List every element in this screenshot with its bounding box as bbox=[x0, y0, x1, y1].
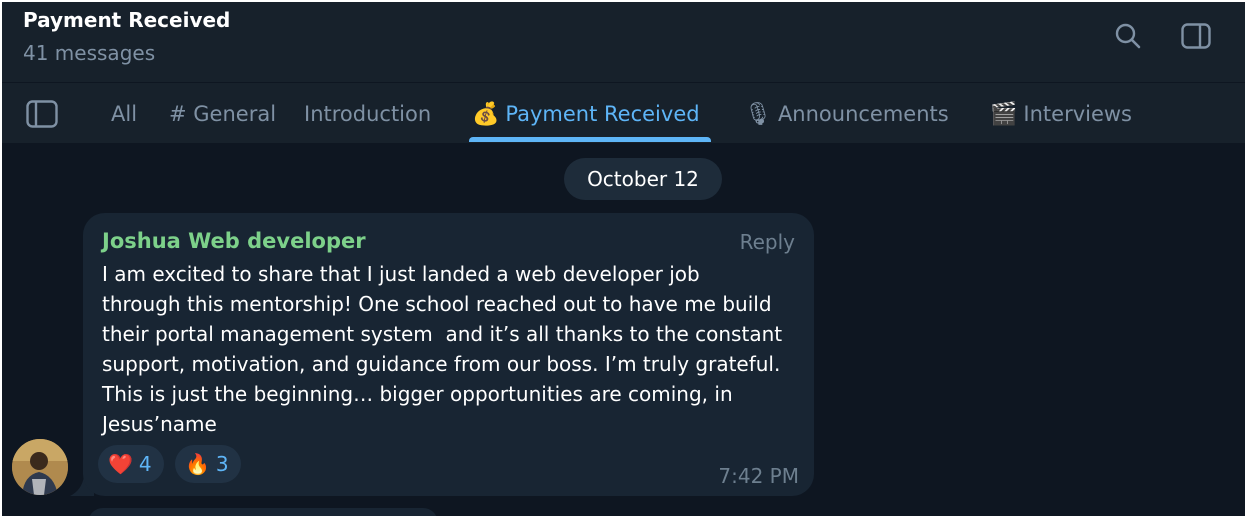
avatar[interactable] bbox=[12, 439, 68, 495]
reaction-count: 4 bbox=[138, 452, 152, 476]
topic-tab-bar: All # General Introduction 💰 Payment Rec… bbox=[2, 82, 1245, 143]
message-count: 41 messages bbox=[23, 41, 156, 65]
tab-label: # General bbox=[169, 102, 277, 126]
tab-general[interactable]: # General bbox=[169, 99, 276, 129]
tab-announcements[interactable]: 🎙 Announcements bbox=[744, 99, 949, 129]
sender-name[interactable]: Joshua Web developer bbox=[102, 229, 366, 253]
tab-label: Interviews bbox=[1023, 102, 1132, 126]
message-bubble[interactable]: Joshua Web developer Reply I am excited … bbox=[83, 213, 814, 496]
date-separator: October 12 bbox=[564, 158, 722, 200]
tab-label: Announcements bbox=[777, 102, 949, 126]
sidebar-toggle-icon[interactable] bbox=[26, 100, 58, 128]
message-time: 7:42 PM bbox=[718, 464, 799, 488]
reply-button[interactable]: Reply bbox=[740, 230, 795, 254]
tab-payment-received[interactable]: 💰 Payment Received bbox=[472, 99, 700, 129]
active-tab-indicator bbox=[469, 137, 711, 142]
chat-header: Payment Received 41 messages bbox=[2, 2, 1245, 82]
tab-label: Introduction bbox=[304, 102, 432, 126]
reaction-count: 3 bbox=[215, 452, 229, 476]
clapper-board-icon: 🎬 bbox=[990, 101, 1018, 127]
fire-icon: 🔥 bbox=[185, 452, 210, 476]
side-panel-icon[interactable] bbox=[1180, 20, 1212, 52]
chat-window: Payment Received 41 messages All # Gener… bbox=[2, 2, 1245, 516]
search-icon[interactable] bbox=[1112, 20, 1144, 52]
tab-label: All bbox=[111, 102, 138, 126]
tab-all[interactable]: All bbox=[111, 99, 137, 129]
tab-label: Payment Received bbox=[505, 102, 700, 126]
chat-title[interactable]: Payment Received bbox=[23, 8, 230, 32]
reaction-heart[interactable]: ❤️ 4 bbox=[98, 445, 164, 483]
tab-interviews[interactable]: 🎬 Interviews bbox=[990, 99, 1132, 129]
heart-icon: ❤️ bbox=[108, 452, 133, 476]
microphone-icon: 🎙 bbox=[744, 101, 772, 127]
next-message-bubble[interactable] bbox=[88, 508, 438, 516]
reaction-fire[interactable]: 🔥 3 bbox=[175, 445, 241, 483]
tab-introduction[interactable]: Introduction bbox=[304, 99, 431, 129]
money-bag-icon: 💰 bbox=[472, 101, 500, 127]
message-text: I am excited to share that I just landed… bbox=[102, 262, 783, 436]
